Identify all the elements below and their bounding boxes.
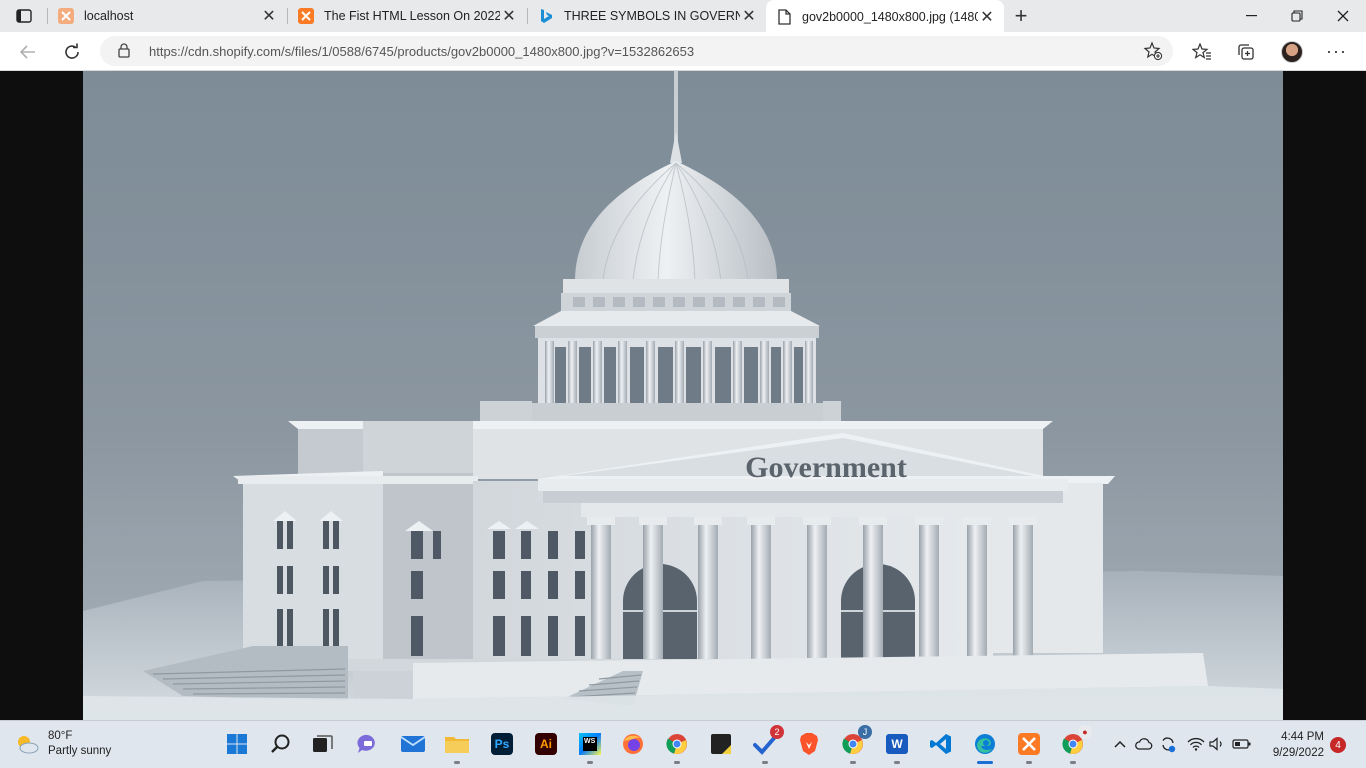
- xampp-favicon-icon: [58, 8, 74, 24]
- refresh-icon[interactable]: [58, 38, 86, 66]
- webstorm-icon: WS: [579, 733, 601, 755]
- folder-icon: [445, 737, 469, 753]
- close-tab-icon[interactable]: ✕: [740, 7, 758, 25]
- tab-actions-icon[interactable]: [10, 6, 38, 26]
- clock-time: 4:44 PM: [1281, 731, 1324, 743]
- firefox-icon: [623, 734, 643, 754]
- teams-chat-button[interactable]: [353, 729, 383, 759]
- close-window-icon[interactable]: [1320, 0, 1366, 32]
- windows-taskbar: 80°F Partly sunny Ps Ai WS 2 J W ● 4:44 …: [0, 720, 1366, 768]
- todo-badge: 2: [770, 725, 784, 739]
- tab-html-lesson[interactable]: The Fist HTML Lesson On 2022 ✕: [288, 0, 526, 32]
- task-view-icon: [313, 735, 333, 752]
- illustrator-button[interactable]: Ai: [531, 729, 561, 759]
- photoshop-icon: Ps: [491, 733, 513, 755]
- word-button[interactable]: W: [882, 729, 912, 764]
- clock[interactable]: 4:44 PM 9/29/2022: [1262, 729, 1324, 761]
- search-button[interactable]: [266, 729, 296, 759]
- tab-image-active[interactable]: gov2b0000_1480x800.jpg (1480×800) ✕: [766, 0, 1004, 33]
- url-text[interactable]: https://cdn.shopify.com/s/files/1/0588/6…: [149, 44, 694, 59]
- running-indicator: [454, 761, 460, 764]
- sticky-notes-icon: [711, 734, 731, 754]
- address-bar[interactable]: https://cdn.shopify.com/s/files/1/0588/6…: [100, 36, 1173, 66]
- notification-count-badge[interactable]: 4: [1330, 737, 1346, 753]
- profile-person-icon: ●: [1078, 725, 1092, 739]
- running-indicator: [762, 761, 768, 764]
- windows-logo-icon: [227, 734, 247, 754]
- running-indicator: [1026, 761, 1032, 764]
- running-indicator: [587, 761, 593, 764]
- todo-button[interactable]: 2: [750, 725, 784, 764]
- partly-sunny-icon: [18, 736, 39, 754]
- tab-strip: localhost ✕ The Fist HTML Lesson On 2022…: [0, 0, 1366, 33]
- sticky-notes-button[interactable]: [706, 729, 736, 759]
- show-hidden-icons-chevron-icon[interactable]: [1110, 734, 1130, 754]
- illustrator-icon: Ai: [535, 733, 557, 755]
- mail-button[interactable]: [398, 729, 428, 759]
- running-indicator: [977, 761, 993, 764]
- favorites-icon[interactable]: [1190, 40, 1214, 64]
- weather-temp: 80°F: [48, 730, 73, 742]
- weather-condition: Partly sunny: [48, 745, 112, 757]
- profile-avatar[interactable]: [1281, 41, 1303, 63]
- teams-chat-icon: [357, 734, 375, 753]
- close-tab-icon[interactable]: ✕: [260, 7, 278, 25]
- word-icon: W: [886, 734, 908, 754]
- vscode-icon: [930, 734, 951, 754]
- restore-icon[interactable]: [1274, 0, 1320, 32]
- brave-button[interactable]: [794, 729, 824, 759]
- chrome-button[interactable]: [662, 729, 692, 764]
- collections-icon[interactable]: [1234, 40, 1258, 64]
- clock-date: 9/29/2022: [1272, 747, 1324, 759]
- running-indicator: [850, 761, 856, 764]
- chrome-icon: [666, 734, 687, 755]
- sync-icon[interactable]: [1158, 734, 1178, 754]
- bing-favicon-icon: [538, 8, 554, 24]
- tab-three-symbols[interactable]: THREE SYMBOLS IN GOVERNMENT ✕: [528, 0, 766, 32]
- edge-button[interactable]: [970, 729, 1000, 764]
- new-tab-icon[interactable]: +: [1008, 3, 1034, 29]
- wifi-icon[interactable]: [1186, 734, 1206, 754]
- profile-j-badge: J: [858, 725, 872, 739]
- back-arrow-icon[interactable]: [14, 38, 42, 66]
- battery-icon[interactable]: [1232, 734, 1252, 754]
- chrome-profile-button[interactable]: ●: [1058, 725, 1092, 764]
- image-viewer: Government: [0, 71, 1366, 720]
- settings-more-icon[interactable]: ···: [1326, 41, 1347, 62]
- running-indicator: [674, 761, 680, 764]
- tab-title: The Fist HTML Lesson On 2022: [324, 9, 500, 23]
- xampp-button[interactable]: [1014, 729, 1044, 764]
- volume-icon[interactable]: [1208, 734, 1228, 754]
- onedrive-cloud-icon[interactable]: [1134, 734, 1154, 754]
- weather-widget[interactable]: 80°F Partly sunny: [14, 729, 111, 759]
- vscode-button[interactable]: [926, 729, 956, 759]
- xampp-favicon-icon: [298, 8, 314, 24]
- close-tab-icon[interactable]: ✕: [500, 7, 518, 25]
- minimize-icon[interactable]: [1228, 0, 1274, 32]
- file-explorer-button[interactable]: [442, 729, 472, 764]
- running-indicator: [894, 761, 900, 764]
- tab-localhost[interactable]: localhost ✕: [48, 0, 286, 32]
- chrome-profile-j-button[interactable]: J: [838, 725, 872, 764]
- photoshop-button[interactable]: Ps: [487, 729, 517, 759]
- add-favorite-icon[interactable]: [1143, 41, 1163, 66]
- lock-icon[interactable]: [118, 43, 130, 63]
- brave-lion-icon: [800, 733, 818, 755]
- running-indicator: [1070, 761, 1076, 764]
- tab-title: gov2b0000_1480x800.jpg (1480×800): [802, 9, 978, 24]
- close-tab-icon[interactable]: ✕: [978, 8, 996, 26]
- document-favicon-icon: [776, 8, 792, 25]
- browser-toolbar: https://cdn.shopify.com/s/files/1/0588/6…: [0, 32, 1366, 71]
- edge-icon: [975, 734, 995, 754]
- tab-title: localhost: [84, 9, 134, 23]
- search-icon: [271, 734, 290, 753]
- mail-icon: [400, 736, 426, 752]
- webstorm-button[interactable]: WS: [575, 729, 605, 764]
- task-view-button[interactable]: [308, 729, 338, 759]
- start-button[interactable]: [222, 729, 252, 759]
- tab-title: THREE SYMBOLS IN GOVERNMENT: [564, 9, 740, 23]
- xampp-icon: [1018, 733, 1040, 755]
- firefox-button[interactable]: [618, 729, 648, 759]
- government-building-image: Government: [83, 71, 1283, 720]
